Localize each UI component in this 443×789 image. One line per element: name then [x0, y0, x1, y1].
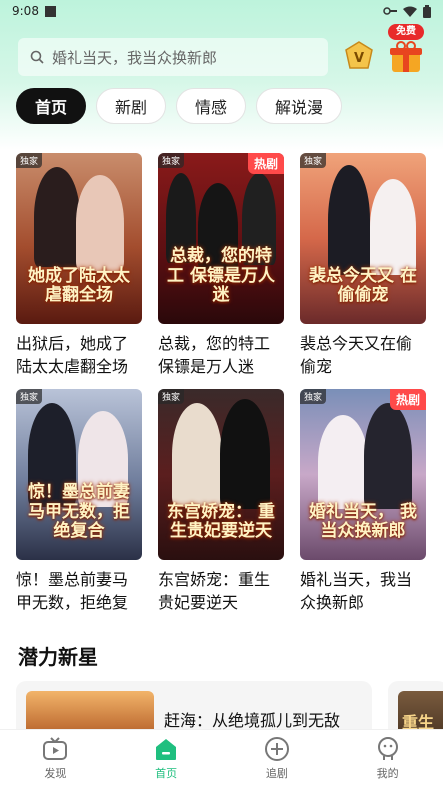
battery-icon [423, 4, 431, 18]
search-input[interactable]: 婚礼当天，我当众换新郎 [18, 38, 328, 76]
free-label: 免费 [388, 24, 424, 40]
tv-icon [43, 737, 68, 760]
nav-profile[interactable]: 我的 [332, 730, 443, 789]
drama-poster[interactable]: 独家 惊！墨总前妻 马甲无数，拒绝复合 [16, 389, 142, 560]
poster-figure [364, 403, 412, 509]
exclusive-badge: 独家 [158, 389, 185, 404]
nav-label: 首页 [155, 767, 178, 780]
tab-emotion[interactable]: 情感 [176, 88, 247, 124]
exclusive-badge: 独家 [16, 153, 43, 168]
drama-card[interactable]: 独家 裴总今天又 在偷偷宠 裴总今天又在偷偷宠 [300, 153, 426, 389]
hot-badge: 热剧 [389, 389, 426, 410]
key-icon [383, 7, 397, 15]
drama-poster[interactable]: 独家 热剧 总裁，您的特工 保镖是万人迷 [158, 153, 284, 324]
status-time: 9:08 [12, 4, 39, 18]
tab-home[interactable]: 首页 [16, 88, 87, 124]
search-placeholder: 婚礼当天，我当众换新郎 [52, 48, 218, 67]
drama-title: 东宫娇宠：重生贵妃要逆天 [158, 570, 271, 612]
search-icon [30, 50, 44, 64]
poster-figure [76, 175, 124, 271]
drama-card[interactable]: 独家 热剧 总裁，您的特工 保镖是万人迷 总裁，您的特工保镖是万人迷 [158, 153, 284, 389]
nav-discover[interactable]: 发现 [0, 730, 111, 789]
drama-card[interactable]: 独家 热剧 婚礼当天， 我当众换新郎 婚礼当天，我当众换新郎 [300, 389, 426, 625]
search-row: 婚礼当天，我当众换新郎 V 免费 [18, 24, 428, 76]
exclusive-badge: 独家 [158, 153, 185, 168]
poster-figure [34, 167, 80, 267]
poster-title: 总裁，您的特工 保镖是万人迷 [167, 246, 275, 306]
section-title: 潜力新星 [18, 645, 98, 669]
drama-title: 惊！墨总前妻马甲无数，拒绝复合 [16, 570, 129, 612]
nav-follow[interactable]: 追剧 [222, 730, 333, 789]
exclusive-badge: 独家 [300, 389, 327, 404]
add-circle-icon [264, 737, 289, 761]
poster-title: 惊！墨总前妻 马甲无数，拒绝复合 [28, 482, 130, 542]
poster-figure [318, 415, 368, 509]
poster-title: 裴总今天又 在偷偷宠 [309, 265, 417, 306]
nav-label: 发现 [44, 767, 67, 780]
status-bar: 9:08 [0, 0, 443, 22]
drama-title: 总裁，您的特工保镖是万人迷 [158, 334, 271, 376]
drama-poster[interactable]: 独家 东宫娇宠： 重生贵妃要逆天 [158, 389, 284, 560]
vip-badge-icon[interactable]: V [344, 40, 374, 72]
wifi-icon [403, 6, 417, 17]
poster-title: 婚礼当天， 我当众换新郎 [309, 501, 417, 542]
svg-text:V: V [354, 51, 364, 66]
tab-new[interactable]: 新剧 [96, 88, 167, 124]
tab-commentary[interactable]: 解说漫 [256, 88, 343, 124]
drama-title: 婚礼当天，我当众换新郎 [300, 570, 413, 612]
nav-label: 追剧 [265, 767, 288, 780]
drama-poster[interactable]: 独家 她成了陆太太 虐翻全场 [16, 153, 142, 324]
poster-figure [172, 403, 222, 507]
poster-figure [328, 165, 370, 275]
drama-card[interactable]: 独家 惊！墨总前妻 马甲无数，拒绝复合 惊！墨总前妻马甲无数，拒绝复合 [16, 389, 142, 625]
category-tabs: 首页 新剧 情感 解说漫 [16, 88, 343, 124]
drama-title: 出狱后，她成了陆太太虐翻全场 [16, 334, 129, 376]
recommend-title: 赶海：从绝境孤儿到无敌 [164, 711, 341, 730]
drama-card[interactable]: 独家 她成了陆太太 虐翻全场 出狱后，她成了陆太太虐翻全场 [16, 153, 142, 389]
notification-icon [44, 5, 56, 17]
free-gift-button[interactable]: 免费 [388, 24, 424, 74]
poster-figure [370, 179, 416, 275]
poster-title: 她成了陆太太 虐翻全场 [28, 265, 130, 306]
status-icons [383, 4, 431, 18]
hot-badge: 热剧 [247, 153, 284, 174]
nav-home[interactable]: 首页 [111, 730, 222, 789]
drama-title: 裴总今天又在偷偷宠 [300, 334, 413, 376]
drama-poster[interactable]: 独家 裴总今天又 在偷偷宠 [300, 153, 426, 324]
home-icon [156, 739, 177, 760]
drama-card[interactable]: 独家 东宫娇宠： 重生贵妃要逆天 东宫娇宠：重生贵妃要逆天 [158, 389, 284, 625]
drama-grid: 独家 她成了陆太太 虐翻全场 出狱后，她成了陆太太虐翻全场 独家 热剧 总裁，您… [16, 153, 428, 625]
exclusive-badge: 独家 [16, 389, 43, 404]
drama-poster[interactable]: 独家 热剧 婚礼当天， 我当众换新郎 [300, 389, 426, 560]
exclusive-badge: 独家 [300, 153, 327, 168]
gift-icon [390, 41, 422, 72]
nav-label: 我的 [376, 767, 399, 780]
bottom-nav: 发现 首页 追剧 我的 [0, 729, 443, 789]
poster-figure [220, 399, 270, 509]
poster-title: 东宫娇宠： 重生贵妃要逆天 [167, 501, 275, 542]
profile-icon [377, 737, 398, 760]
